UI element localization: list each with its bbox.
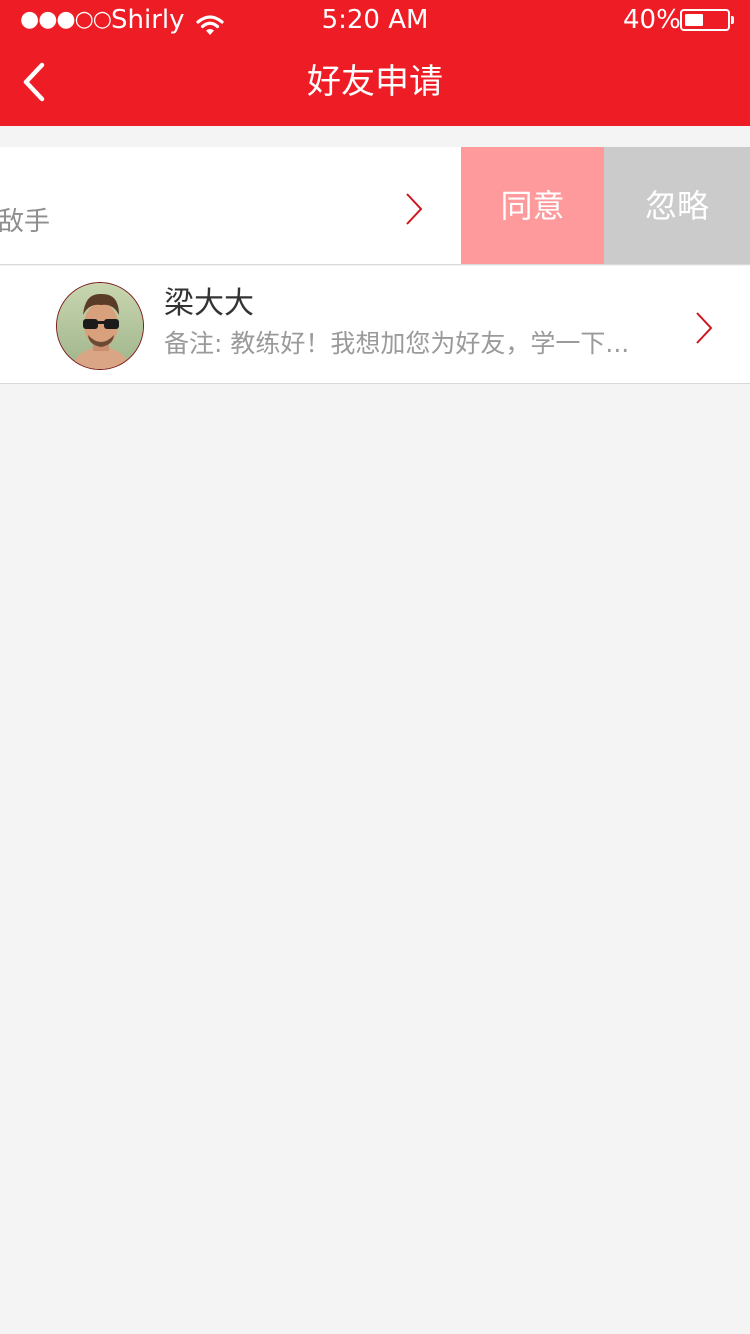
friend-request-row[interactable]: 敌手 同意 忽略 bbox=[0, 147, 750, 265]
battery-level-fill bbox=[685, 14, 703, 26]
friend-request-row[interactable]: 梁大大 备注: 教练好！我想加您为好友，学一下... bbox=[0, 266, 750, 384]
page-title: 好友申请 bbox=[307, 62, 443, 102]
chevron-right-icon bbox=[694, 311, 714, 345]
requester-name: 梁大大 bbox=[164, 286, 254, 321]
request-remark: 敌手 bbox=[0, 207, 51, 237]
status-bar: ●●●○○ Shirly 5:20 AM 40% bbox=[0, 0, 750, 40]
request-remark: 备注: 教练好！我想加您为好友，学一下... bbox=[164, 329, 630, 358]
agree-button[interactable]: 同意 bbox=[461, 147, 604, 264]
battery-percent: 40% bbox=[623, 5, 681, 35]
ignore-button[interactable]: 忽略 bbox=[604, 147, 750, 264]
battery-icon bbox=[680, 9, 734, 31]
avatar bbox=[56, 282, 144, 370]
chevron-right-icon bbox=[404, 192, 424, 226]
nav-header: ●●●○○ Shirly 5:20 AM 40% 好友申请 bbox=[0, 0, 750, 126]
